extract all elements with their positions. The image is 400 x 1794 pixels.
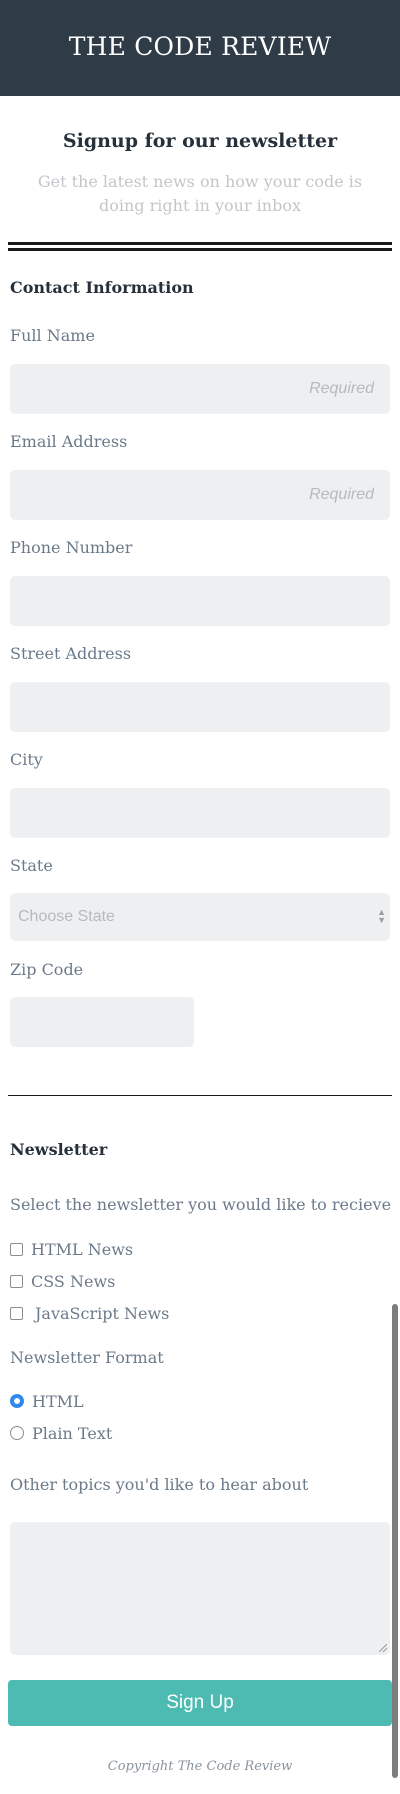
select-arrows-icon: ▲ ▼ — [377, 907, 386, 925]
checkbox-html-news[interactable]: HTML News — [10, 1238, 133, 1260]
radio-label: HTML — [32, 1391, 84, 1411]
state-select[interactable]: Choose State ▲ ▼ — [10, 893, 390, 941]
site-title: THE CODE REVIEW — [68, 32, 332, 61]
signup-subtitle: Get the latest news on how your code is … — [37, 172, 363, 215]
phone-input[interactable] — [10, 576, 390, 626]
radio-label: Plain Text — [32, 1423, 113, 1443]
zip-input[interactable] — [10, 997, 194, 1047]
site-header: THE CODE REVIEW — [0, 0, 400, 96]
sign-up-button[interactable]: Sign Up — [8, 1680, 392, 1726]
city-label: City — [10, 750, 43, 769]
copyright-text: Copyright The Code Review — [107, 1759, 293, 1774]
full-name-label: Full Name — [10, 326, 95, 345]
street-label: Street Address — [10, 644, 132, 663]
newsletter-format-label: Newsletter Format — [10, 1348, 164, 1367]
signup-heading: Signup for our newsletter — [62, 130, 338, 152]
contact-section-title: Contact Information — [10, 278, 194, 297]
checkbox-box[interactable] — [10, 1306, 23, 1320]
checkbox-label: JavaScript News — [35, 1303, 170, 1323]
radio-button[interactable] — [10, 1426, 24, 1440]
phone-label: Phone Number — [10, 538, 133, 557]
section-divider — [8, 1095, 392, 1096]
checkbox-javascript-news[interactable]: JavaScript News — [10, 1302, 169, 1324]
state-label: State — [10, 856, 53, 875]
newsletter-select-prompt: Select the newsletter you would like to … — [10, 1195, 392, 1214]
zip-label: Zip Code — [10, 960, 84, 979]
street-input[interactable] — [10, 682, 390, 732]
checkbox-box[interactable] — [10, 1242, 23, 1256]
checkbox-css-news[interactable]: CSS News — [10, 1270, 115, 1292]
checkbox-box[interactable] — [10, 1274, 23, 1288]
email-label: Email Address — [10, 432, 128, 451]
checkbox-label: HTML News — [31, 1239, 134, 1259]
other-topics-label: Other topics you'd like to hear about — [10, 1475, 309, 1494]
scrollbar-thumb[interactable] — [392, 1304, 398, 1778]
resize-grip-icon[interactable] — [379, 1644, 387, 1652]
city-input[interactable] — [10, 788, 390, 838]
double-divider — [8, 242, 392, 251]
state-selected-value: Choose State — [18, 908, 115, 925]
newsletter-section-title: Newsletter — [10, 1140, 108, 1159]
radio-button[interactable] — [10, 1394, 24, 1408]
radio-html[interactable]: HTML — [10, 1390, 84, 1412]
email-input[interactable] — [10, 470, 390, 520]
checkbox-label: CSS News — [31, 1271, 116, 1291]
other-topics-textarea[interactable] — [10, 1522, 390, 1655]
radio-plain-text[interactable]: Plain Text — [10, 1422, 112, 1444]
full-name-input[interactable] — [10, 364, 390, 414]
